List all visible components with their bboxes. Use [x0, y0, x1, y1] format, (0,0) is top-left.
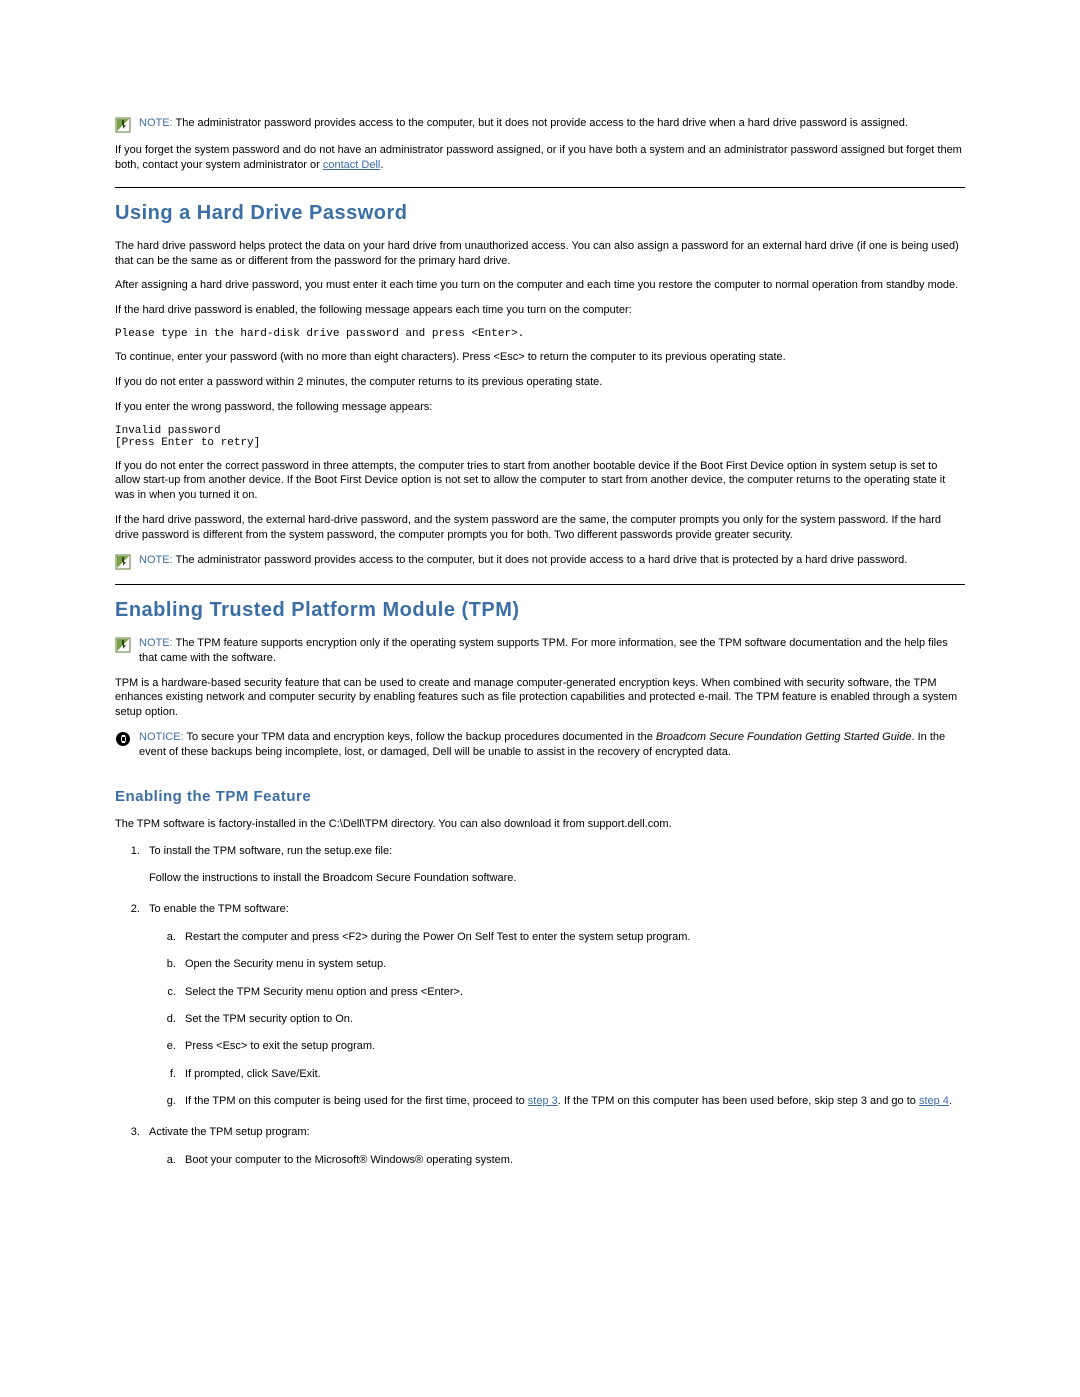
notice-text-em: Broadcom Secure Foundation Getting Start… [656, 731, 912, 743]
paragraph: If you do not enter the correct password… [115, 459, 965, 504]
paragraph: If you do not enter a password within 2 … [115, 375, 965, 390]
list-item: Set the TPM security option to On. [179, 1012, 965, 1027]
note-label: NOTE: [139, 554, 173, 566]
ordered-sublist: Boot your computer to the Microsoft® Win… [179, 1153, 965, 1168]
text: . If the TPM on this computer has been u… [558, 1095, 919, 1107]
note-label: NOTE: [139, 117, 173, 129]
note-tpm-encryption: NOTE: The TPM feature supports encryptio… [115, 636, 965, 666]
list-item: To enable the TPM software: Restart the … [143, 902, 965, 1109]
paragraph: If you enter the wrong password, the fol… [115, 400, 965, 415]
note-text: The administrator password provides acce… [173, 117, 908, 129]
note-text: The administrator password provides acce… [173, 554, 908, 566]
paragraph: The TPM software is factory-installed in… [115, 817, 965, 832]
notice-text-pre: To secure your TPM data and encryption k… [184, 731, 656, 743]
list-item: Select the TPM Security menu option and … [179, 985, 965, 1000]
list-item-text: To enable the TPM software: [149, 903, 289, 915]
list-item: If the TPM on this computer is being use… [179, 1094, 965, 1109]
note-icon [115, 636, 139, 653]
note-admin-password-hdd-2: NOTE: The administrator password provide… [115, 553, 965, 570]
note-icon [115, 553, 139, 570]
section-rule [115, 584, 965, 585]
ordered-list-tpm-steps: To install the TPM software, run the set… [143, 844, 965, 1169]
heading-enabling-tpm: Enabling Trusted Platform Module (TPM) [115, 599, 965, 622]
list-item: To install the TPM software, run the set… [143, 844, 965, 887]
list-item: Press <Esc> to exit the setup program. [179, 1039, 965, 1054]
list-item-text: Activate the TPM setup program: [149, 1126, 310, 1138]
note-admin-password-hdd: NOTE: The administrator password provide… [115, 116, 965, 133]
paragraph: After assigning a hard drive password, y… [115, 278, 965, 293]
page-content: NOTE: The administrator password provide… [0, 0, 1080, 1244]
note-label: NOTE: [139, 637, 173, 649]
list-item: Restart the computer and press <F2> duri… [179, 930, 965, 945]
text: . [949, 1095, 952, 1107]
notice-label: NOTICE: [139, 731, 184, 743]
paragraph: If the hard drive password, the external… [115, 513, 965, 543]
paragraph: TPM is a hardware-based security feature… [115, 676, 965, 721]
list-item: If prompted, click Save/Exit. [179, 1067, 965, 1082]
text: If you forget the system password and do… [115, 144, 962, 171]
link-step-4[interactable]: step 4 [919, 1095, 949, 1107]
notice-tpm-backup: NOTICE: To secure your TPM data and encr… [115, 730, 965, 760]
text: If the TPM on this computer is being use… [185, 1095, 528, 1107]
paragraph-forget-password: If you forget the system password and do… [115, 143, 965, 173]
list-item: Activate the TPM setup program: Boot you… [143, 1125, 965, 1168]
link-contact-dell[interactable]: contact Dell [323, 159, 380, 171]
heading-enabling-tpm-feature: Enabling the TPM Feature [115, 788, 965, 805]
ordered-sublist: Restart the computer and press <F2> duri… [179, 930, 965, 1110]
list-item: Boot your computer to the Microsoft® Win… [179, 1153, 965, 1168]
paragraph: The hard drive password helps protect th… [115, 239, 965, 269]
list-item-followup: Follow the instructions to install the B… [149, 871, 965, 886]
paragraph: To continue, enter your password (with n… [115, 350, 965, 365]
notice-icon [115, 730, 139, 747]
section-rule [115, 187, 965, 188]
heading-hard-drive-password: Using a Hard Drive Password [115, 202, 965, 225]
link-step-3[interactable]: step 3 [528, 1095, 558, 1107]
list-item: Open the Security menu in system setup. [179, 957, 965, 972]
text: . [380, 159, 383, 171]
code-prompt: Please type in the hard-disk drive passw… [115, 328, 965, 340]
note-text: The TPM feature supports encryption only… [139, 637, 948, 664]
note-icon [115, 116, 139, 133]
code-invalid: Invalid password [Press Enter to retry] [115, 425, 965, 449]
paragraph: If the hard drive password is enabled, t… [115, 303, 965, 318]
list-item-text: To install the TPM software, run the set… [149, 845, 392, 857]
